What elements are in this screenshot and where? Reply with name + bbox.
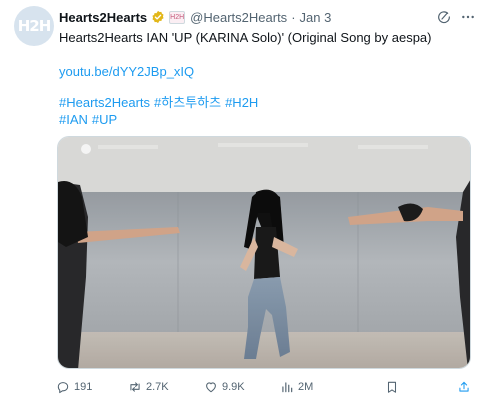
views-icon xyxy=(282,382,293,393)
bookmark-button[interactable] xyxy=(385,380,403,394)
verified-badge-icon[interactable] xyxy=(151,10,165,24)
reply-button[interactable]: 191 xyxy=(56,380,92,394)
avatar[interactable]: H2H xyxy=(14,6,54,46)
tweet-text: Hearts2Hearts IAN 'UP (KARINA Solo)' (Or… xyxy=(59,30,432,45)
separator-dot: · xyxy=(291,9,296,25)
display-name[interactable]: Hearts2Hearts xyxy=(59,10,147,25)
hashtag[interactable]: #Hearts2Hearts xyxy=(59,95,150,110)
hashtag[interactable]: #H2H xyxy=(225,95,258,110)
reply-count: 191 xyxy=(74,381,93,393)
reply-icon xyxy=(57,382,69,394)
like-icon xyxy=(206,382,216,393)
handle[interactable]: @Hearts2Hearts xyxy=(190,10,287,25)
hashtag[interactable]: #하츠투하츠 xyxy=(154,95,221,110)
like-count: 9.9K xyxy=(222,381,245,393)
hashtags-line-1: #Hearts2Hearts #하츠투하츠 #H2H xyxy=(59,95,262,111)
hashtags-line-2: #IAN #UP xyxy=(59,112,121,128)
like-button[interactable]: 9.9K xyxy=(204,380,245,394)
views-count: 2M xyxy=(298,381,314,393)
repost-button[interactable]: 2.7K xyxy=(128,380,169,394)
avatar-logo: H2H xyxy=(17,17,52,35)
video-frame xyxy=(58,137,470,368)
share-icon xyxy=(459,381,469,392)
engagement-bar: 191 2.7K 9.9K 2M xyxy=(56,380,475,396)
video-media[interactable] xyxy=(57,136,471,369)
share-button[interactable] xyxy=(457,380,475,394)
grok-icon[interactable] xyxy=(436,9,452,25)
repost-count: 2.7K xyxy=(146,381,169,393)
tweet-date[interactable]: Jan 3 xyxy=(300,10,332,25)
tweet-header: Hearts2Hearts H2H @Hearts2Hearts · Jan 3 xyxy=(59,8,331,26)
hashtag[interactable]: #UP xyxy=(92,112,117,127)
affiliate-badge[interactable]: H2H xyxy=(169,10,186,24)
views-button[interactable]: 2M xyxy=(280,380,313,394)
youtube-link[interactable]: youtu.be/dYY2JBp_xIQ xyxy=(59,64,194,80)
repost-icon xyxy=(130,382,140,392)
more-icon[interactable] xyxy=(460,9,476,25)
bookmark-icon xyxy=(387,381,397,393)
hashtag[interactable]: #IAN xyxy=(59,112,88,127)
tweet: H2H Hearts2Hearts H2H @Hearts2Hearts · J… xyxy=(0,0,482,400)
